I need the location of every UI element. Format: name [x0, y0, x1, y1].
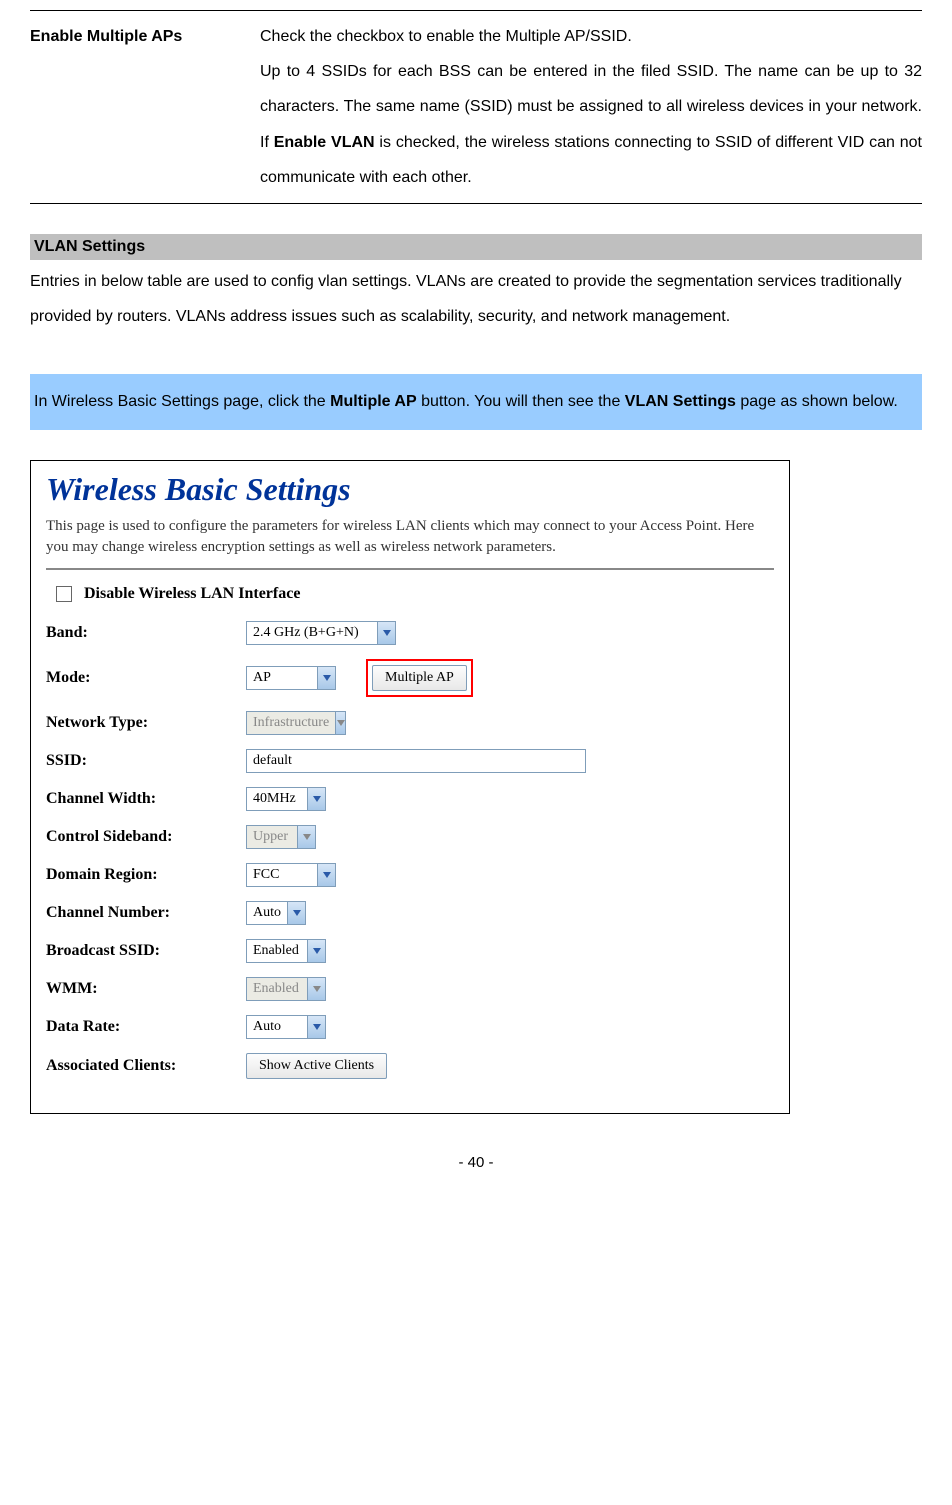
infobox-bold1: Multiple AP [330, 393, 417, 410]
ssid-row: SSID: default [46, 749, 774, 773]
control-sideband-select: Upper [246, 825, 316, 849]
disable-wireless-checkbox[interactable] [56, 586, 72, 602]
control-sideband-label: Control Sideband: [46, 828, 246, 846]
info-box: In Wireless Basic Settings page, click t… [30, 374, 922, 429]
screenshot-panel: Wireless Basic Settings This page is use… [30, 460, 790, 1114]
definition-line1: Check the checkbox to enable the Multipl… [260, 28, 632, 45]
data-rate-row: Data Rate: Auto [46, 1015, 774, 1039]
definition-description: Check the checkbox to enable the Multipl… [260, 19, 922, 195]
control-sideband-row: Control Sideband: Upper [46, 825, 774, 849]
mode-value: AP [247, 670, 277, 686]
ssid-value: default [253, 753, 292, 769]
mode-select[interactable]: AP [246, 666, 336, 690]
vlan-settings-intro: Entries in below table are used to confi… [30, 264, 922, 334]
control-sideband-value: Upper [247, 829, 294, 845]
chevron-down-icon [317, 667, 335, 689]
wmm-select: Enabled [246, 977, 326, 1001]
channel-number-select[interactable]: Auto [246, 901, 306, 925]
network-type-label: Network Type: [46, 714, 246, 732]
channel-number-row: Channel Number: Auto [46, 901, 774, 925]
data-rate-select[interactable]: Auto [246, 1015, 326, 1039]
multiple-ap-button[interactable]: Multiple AP [372, 665, 467, 691]
channel-width-select[interactable]: 40MHz [246, 787, 326, 811]
band-row: Band: 2.4 GHz (B+G+N) [46, 621, 774, 645]
wmm-value: Enabled [247, 981, 305, 997]
channel-width-value: 40MHz [247, 791, 302, 807]
data-rate-label: Data Rate: [46, 1018, 246, 1036]
broadcast-ssid-label: Broadcast SSID: [46, 942, 246, 960]
band-select[interactable]: 2.4 GHz (B+G+N) [246, 621, 396, 645]
multiple-ap-highlight: Multiple AP [366, 659, 473, 697]
definition-row: Enable Multiple APs Check the checkbox t… [30, 10, 922, 204]
mode-row: Mode: AP Multiple AP [46, 659, 774, 697]
screenshot-description: This page is used to configure the param… [46, 516, 774, 558]
infobox-pre: In Wireless Basic Settings page, click t… [34, 393, 330, 410]
chevron-down-icon [377, 622, 395, 644]
channel-width-row: Channel Width: 40MHz [46, 787, 774, 811]
chevron-down-icon [307, 978, 325, 1000]
divider [46, 568, 774, 570]
infobox-bold2: VLAN Settings [625, 393, 736, 410]
chevron-down-icon [317, 864, 335, 886]
associated-clients-row: Associated Clients: Show Active Clients [46, 1053, 774, 1079]
associated-clients-label: Associated Clients: [46, 1057, 246, 1075]
show-active-clients-button[interactable]: Show Active Clients [246, 1053, 387, 1079]
definition-term: Enable Multiple APs [30, 19, 260, 195]
chevron-down-icon [307, 940, 325, 962]
data-rate-value: Auto [247, 1019, 287, 1035]
disable-wireless-row: Disable Wireless LAN Interface [56, 585, 774, 603]
channel-number-value: Auto [247, 905, 287, 921]
wmm-label: WMM: [46, 980, 246, 998]
channel-number-label: Channel Number: [46, 904, 246, 922]
channel-width-label: Channel Width: [46, 790, 246, 808]
chevron-down-icon [297, 826, 315, 848]
infobox-post: page as shown below. [736, 393, 898, 410]
mode-label: Mode: [46, 669, 246, 687]
page-footer: - 40 - [30, 1154, 922, 1171]
chevron-down-icon [307, 788, 325, 810]
ssid-input[interactable]: default [246, 749, 586, 773]
broadcast-ssid-select[interactable]: Enabled [246, 939, 326, 963]
network-type-value: Infrastructure [247, 715, 335, 731]
network-type-select: Infrastructure [246, 711, 346, 735]
wmm-row: WMM: Enabled [46, 977, 774, 1001]
domain-region-value: FCC [247, 867, 285, 883]
domain-region-select[interactable]: FCC [246, 863, 336, 887]
vlan-settings-header: VLAN Settings [30, 234, 922, 260]
chevron-down-icon [335, 712, 345, 734]
infobox-mid: button. You will then see the [417, 393, 625, 410]
band-label: Band: [46, 624, 246, 642]
band-value: 2.4 GHz (B+G+N) [247, 625, 365, 641]
broadcast-ssid-value: Enabled [247, 943, 305, 959]
chevron-down-icon [287, 902, 305, 924]
screenshot-title: Wireless Basic Settings [46, 471, 774, 508]
disable-wireless-label: Disable Wireless LAN Interface [84, 585, 300, 603]
domain-region-label: Domain Region: [46, 866, 246, 884]
domain-region-row: Domain Region: FCC [46, 863, 774, 887]
ssid-label: SSID: [46, 752, 246, 770]
chevron-down-icon [307, 1016, 325, 1038]
network-type-row: Network Type: Infrastructure [46, 711, 774, 735]
definition-bold: Enable VLAN [274, 134, 375, 151]
broadcast-ssid-row: Broadcast SSID: Enabled [46, 939, 774, 963]
